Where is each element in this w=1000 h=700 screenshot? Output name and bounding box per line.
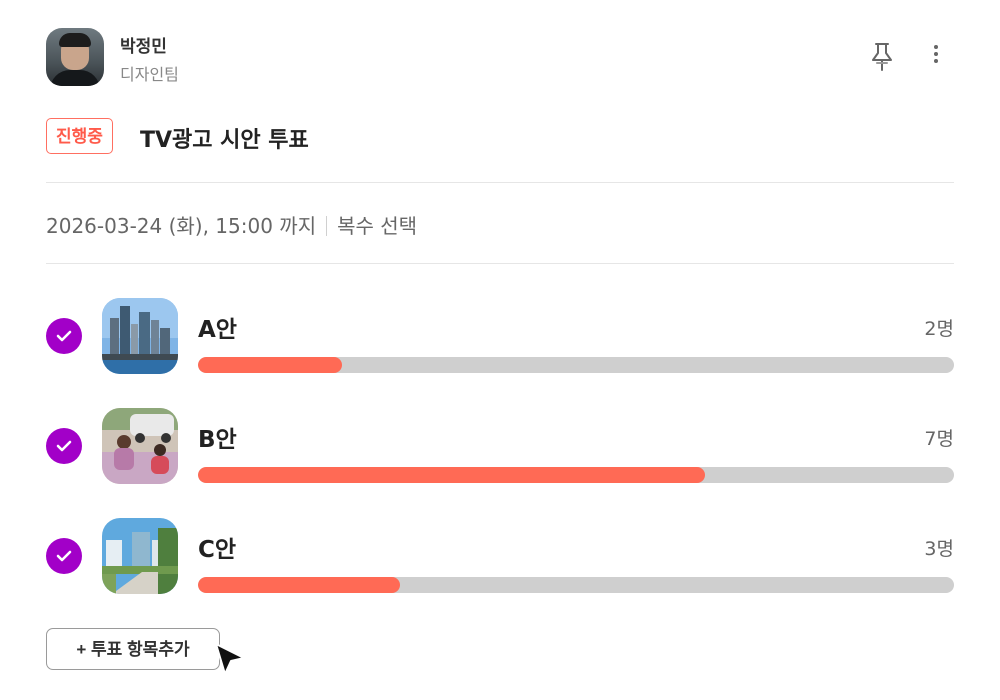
mouse-pointer-icon [215,643,245,675]
pin-icon[interactable] [868,40,896,74]
option-vote-count: 2명 [924,318,954,340]
status-badge: 진행중 [46,118,113,154]
poll-option[interactable]: A안 2명 [46,298,954,376]
option-label: A안 [198,317,237,343]
avatar[interactable] [46,28,104,86]
poll-option[interactable]: B안 7명 [46,408,954,486]
poll-option[interactable]: C안 3명 [46,518,954,596]
divider [46,263,954,264]
vote-progress-fill [198,357,342,373]
check-icon[interactable] [46,318,82,354]
add-poll-option-button[interactable]: + 투표 항목추가 [46,628,220,670]
author-team: 디자인팀 [120,65,179,84]
vote-progress-fill [198,467,705,483]
option-thumbnail [102,518,178,594]
option-thumbnail [102,408,178,484]
post-header: 박정민 디자인팀 [46,28,954,88]
more-vertical-icon[interactable] [926,42,946,72]
author-name: 박정민 [120,37,167,57]
option-label: C안 [198,537,237,563]
poll-deadline: 2026-03-24 (화), 15:00 까지 [46,214,317,238]
vote-progress-bar [198,577,954,593]
poll-meta: 2026-03-24 (화), 15:00 까지 복수 선택 [46,210,417,239]
vote-progress-bar [198,357,954,373]
vote-progress-fill [198,577,400,593]
divider [46,182,954,183]
option-label: B안 [198,427,237,453]
poll-mode: 복수 선택 [337,214,418,238]
option-vote-count: 7명 [924,428,954,450]
vote-progress-bar [198,467,954,483]
option-thumbnail [102,298,178,374]
check-icon[interactable] [46,428,82,464]
check-icon[interactable] [46,538,82,574]
option-vote-count: 3명 [924,538,954,560]
poll-title: TV광고 시안 투표 [140,128,309,153]
